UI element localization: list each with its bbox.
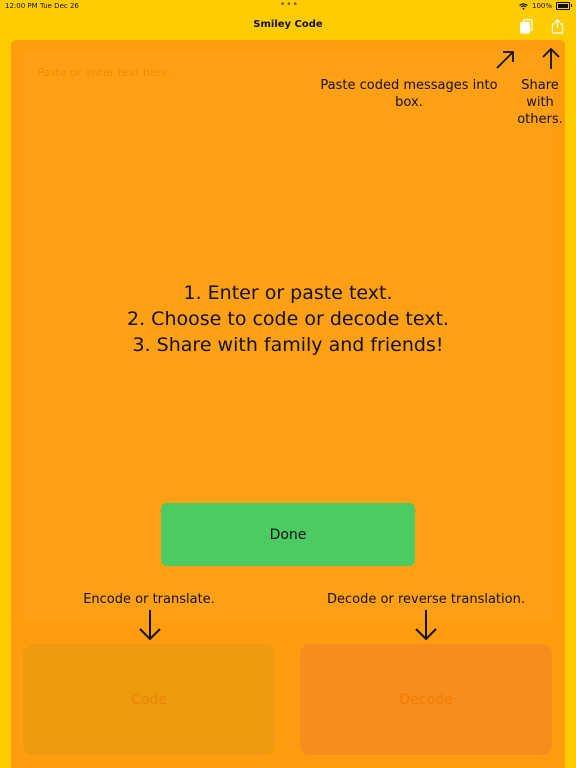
status-right: 100% bbox=[519, 2, 572, 10]
status-time: 12:00 PM bbox=[5, 2, 38, 10]
share-hint-line2: with bbox=[526, 95, 554, 110]
encode-hint: Encode or translate. bbox=[83, 592, 215, 607]
status-bar: 12:00 PM Tue Dec 26 ••• 100% bbox=[0, 0, 576, 12]
arrow-down-icon bbox=[415, 610, 437, 641]
status-date: Tue Dec 26 bbox=[40, 2, 79, 10]
share-icon bbox=[551, 18, 563, 34]
decode-button[interactable]: Decode bbox=[300, 644, 552, 755]
share-hint: Share with others. bbox=[516, 77, 564, 128]
page-title: Smiley Code bbox=[253, 19, 323, 30]
instruction-line-2: 2. Choose to code or decode text. bbox=[127, 308, 449, 330]
decode-hint: Decode or reverse translation. bbox=[327, 592, 525, 607]
instruction-line-1: 1. Enter or paste text. bbox=[183, 282, 393, 304]
nav-bar: Smiley Code bbox=[0, 14, 576, 38]
paste-button[interactable] bbox=[518, 18, 534, 34]
multitasking-dots[interactable]: ••• bbox=[280, 0, 299, 10]
main-panel: Paste or enter text here. Paste coded me… bbox=[11, 40, 565, 768]
paste-hint: Paste coded messages into box. bbox=[320, 78, 498, 110]
arrow-down-icon bbox=[139, 610, 161, 641]
share-hint-line1: Share bbox=[521, 78, 559, 93]
instructions: 1. Enter or paste text. 2. Choose to cod… bbox=[11, 280, 565, 358]
share-hint-line3: others. bbox=[517, 112, 563, 127]
battery-icon bbox=[556, 2, 572, 10]
paste-icon bbox=[519, 18, 533, 34]
done-button[interactable]: Done bbox=[161, 503, 415, 566]
text-input-placeholder: Paste or enter text here. bbox=[37, 66, 172, 79]
code-button[interactable]: Code bbox=[23, 644, 275, 755]
wifi-icon bbox=[519, 2, 528, 10]
arrow-up-right-icon bbox=[496, 51, 514, 69]
instruction-line-3: 3. Share with family and friends! bbox=[132, 334, 444, 356]
share-button[interactable] bbox=[549, 18, 565, 34]
battery-percent: 100% bbox=[531, 2, 552, 10]
arrow-up-icon bbox=[542, 47, 560, 69]
